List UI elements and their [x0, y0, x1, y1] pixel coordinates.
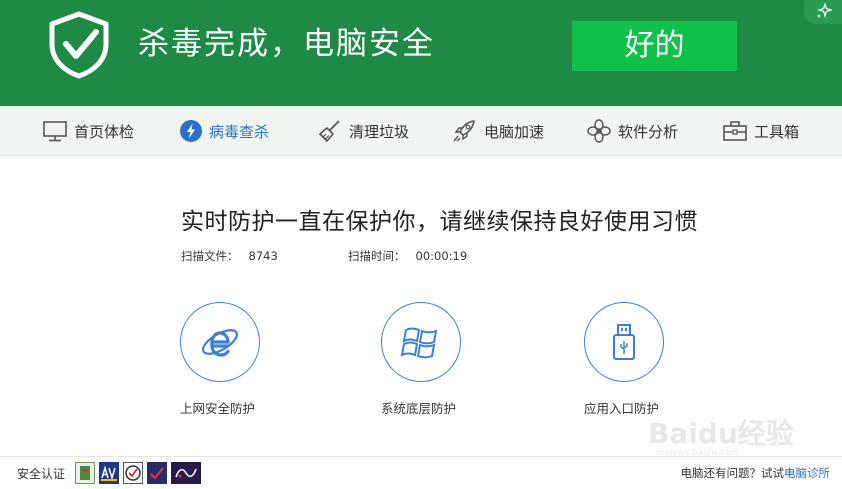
scan-time-label: 扫描时间：: [348, 249, 406, 263]
cert-badge-2[interactable]: [99, 462, 119, 484]
antivirus-window: 杀毒完成，电脑安全 好的 首页体检 病毒查杀 清理垃圾 电脑加速 软件分析 工具…: [0, 0, 842, 489]
sparkle-icon: [816, 3, 832, 19]
tab-home-checkup[interactable]: 首页体检: [42, 106, 134, 156]
monitor-icon: [43, 121, 67, 142]
cert-badge-4[interactable]: [147, 462, 167, 484]
app-entry-protection-circle[interactable]: [584, 302, 664, 382]
cert-badge-5[interactable]: [171, 462, 201, 484]
app-entry-protection-label: 应用入口防护: [584, 401, 660, 416]
usb-icon: [613, 324, 635, 360]
footer-bar: 安全认证 电脑还有问题？试试电脑诊所: [0, 456, 842, 489]
clinic-link[interactable]: 电脑诊所: [784, 466, 830, 480]
av-test-icon: [101, 465, 117, 481]
tab-clean-junk[interactable]: 清理垃圾: [317, 106, 409, 156]
cert-label: 安全认证: [17, 467, 66, 481]
tab-software-analysis[interactable]: 软件分析: [586, 106, 678, 156]
web-protection-label: 上网安全防护: [180, 401, 256, 416]
result-header: 杀毒完成，电脑安全 好的: [0, 0, 842, 106]
cert-badge-icon: [150, 467, 164, 480]
ie-browser-icon: [201, 329, 239, 357]
tab-virus-scan[interactable]: 病毒查杀: [179, 106, 269, 156]
help-text: 电脑还有问题？试试电脑诊所: [681, 465, 831, 481]
baidu-watermark: Baidu经验 jingyan.baidu.com: [648, 398, 798, 458]
ok-button[interactable]: 好的: [572, 21, 737, 71]
tab-label: 电脑加速: [484, 122, 545, 141]
scanned-files-value: 8743: [248, 249, 278, 263]
scanned-files-stat: 扫描文件： 8743: [181, 248, 278, 264]
result-title: 杀毒完成，电脑安全: [138, 26, 435, 62]
tab-toolbox[interactable]: 工具箱: [722, 106, 799, 156]
protection-headline: 实时防护一直在保护你，请继续保持良好使用习惯: [181, 209, 698, 235]
cert-badge-icon: [125, 465, 141, 481]
cert-badge-3[interactable]: [123, 462, 143, 484]
windows-icon: [401, 327, 438, 359]
fan-icon: [587, 119, 611, 143]
tab-label: 首页体检: [74, 122, 135, 141]
broom-icon: [319, 120, 340, 142]
tab-label: 工具箱: [754, 122, 800, 141]
tab-label: 软件分析: [618, 122, 679, 141]
lightning-icon: [180, 120, 202, 142]
scanned-files-label: 扫描文件：: [181, 249, 239, 263]
shield-check-icon: [49, 11, 109, 79]
toolbox-icon: [723, 121, 747, 141]
system-protection-label: 系统底层防护: [381, 401, 457, 416]
help-prompt: 电脑还有问题？试试: [680, 466, 785, 480]
system-protection-circle[interactable]: [381, 302, 461, 382]
cert-badges: [75, 462, 201, 484]
cert-badge-1[interactable]: [75, 462, 95, 484]
cert-badge-icon: [175, 468, 197, 478]
web-protection[interactable]: 上网安全防护: [180, 302, 270, 416]
main-nav: 首页体检 病毒查杀 清理垃圾 电脑加速 软件分析 工具箱: [0, 106, 842, 156]
web-protection-circle[interactable]: [180, 302, 260, 382]
tab-speed-up[interactable]: 电脑加速: [452, 106, 544, 156]
system-protection[interactable]: 系统底层防护: [381, 302, 471, 416]
cert-badge-icon: [80, 466, 90, 480]
tab-label: 清理垃圾: [349, 122, 410, 141]
corner-menu[interactable]: [804, 0, 842, 24]
watermark-text: Baidu经验: [648, 417, 794, 450]
scan-time-value: 00:00:19: [415, 249, 468, 263]
scan-time-stat: 扫描时间： 00:00:19: [348, 248, 467, 264]
rocket-icon: [453, 120, 475, 142]
tab-label: 病毒查杀: [209, 122, 270, 141]
app-entry-protection[interactable]: 应用入口防护: [584, 302, 674, 416]
